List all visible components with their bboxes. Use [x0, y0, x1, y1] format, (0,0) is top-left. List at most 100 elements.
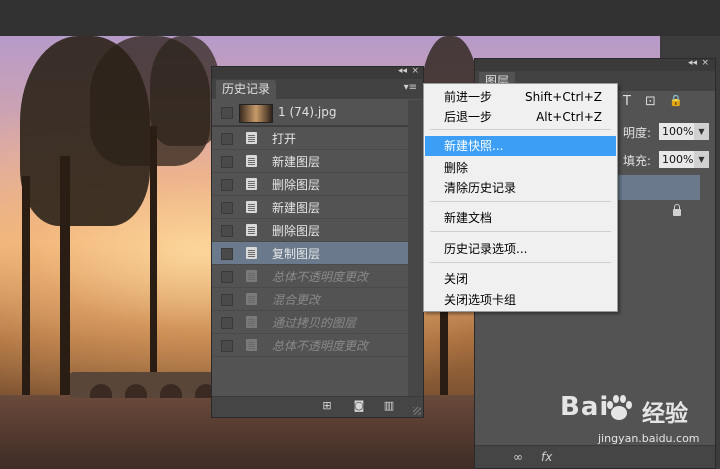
- history-state-row[interactable]: 删除图层: [212, 219, 408, 242]
- state-source-checkbox[interactable]: [221, 202, 233, 214]
- history-state-label: 打开: [272, 132, 297, 146]
- menu-item[interactable]: 新建文档: [425, 208, 616, 228]
- history-state-label: 总体不透明度更改: [272, 339, 369, 353]
- menu-item-label: 关闭: [444, 272, 469, 286]
- state-source-checkbox[interactable]: [221, 340, 233, 352]
- history-state-icon: [246, 178, 257, 190]
- history-bottom-bar: ⊞ ◙ ▥: [212, 396, 423, 417]
- menu-item-label: 后退一步: [444, 110, 493, 124]
- collapse-panel-button[interactable]: ◂◂: [398, 66, 407, 76]
- snapshot-row[interactable]: 1 (74).jpg: [212, 100, 408, 125]
- history-state-row[interactable]: 通过拷贝的图层: [212, 311, 408, 334]
- layer-style-fx-icon[interactable]: fx: [541, 450, 552, 464]
- type-filter-icon[interactable]: T: [623, 94, 631, 109]
- history-panel-topbar: ◂◂ ×: [212, 66, 423, 79]
- history-tab-row: 历史记录 ▾≡: [212, 79, 423, 99]
- watermark-url: jingyan.baidu.com: [598, 432, 700, 445]
- camera-icon[interactable]: ◙: [352, 400, 366, 412]
- close-panel-button[interactable]: ×: [701, 58, 709, 68]
- snapshot-label: 1 (74).jpg: [278, 105, 337, 119]
- menu-separator: [430, 231, 611, 232]
- history-state-icon: [246, 339, 257, 351]
- history-state-icon: [246, 247, 257, 259]
- menu-item-label: 历史记录选项...: [444, 242, 528, 256]
- tree-trunk: [60, 156, 70, 416]
- workspace-top-bar: [0, 0, 720, 36]
- state-source-checkbox[interactable]: [221, 133, 233, 145]
- menu-item[interactable]: 历史记录选项...: [425, 239, 616, 259]
- state-source-checkbox[interactable]: [221, 225, 233, 237]
- collapse-panel-button[interactable]: ◂◂: [688, 58, 697, 68]
- baidu-paw-icon: [607, 395, 632, 420]
- menu-separator: [430, 201, 611, 202]
- menu-separator: [430, 129, 611, 130]
- menu-item[interactable]: 前进一步 Shift+Ctrl+Z: [425, 87, 616, 107]
- fill-dropdown-icon[interactable]: ▼: [694, 151, 709, 168]
- baidu-watermark: Bai 经验 jingyan.baidu.com: [560, 392, 710, 462]
- history-state-label: 复制图层: [272, 247, 321, 261]
- state-source-checkbox[interactable]: [221, 248, 233, 260]
- tree-foliage: [150, 36, 220, 146]
- opacity-input[interactable]: 100%: [659, 123, 694, 140]
- history-state-row[interactable]: 新建图层: [212, 196, 408, 219]
- history-scrollbar[interactable]: [408, 100, 423, 396]
- smart-object-filter-icon[interactable]: 🔒: [669, 94, 683, 107]
- watermark-brand: Bai: [560, 392, 610, 422]
- menu-item-label: 清除历史记录: [444, 181, 517, 195]
- history-state-row[interactable]: 新建图层: [212, 150, 408, 173]
- history-state-label: 删除图层: [272, 224, 321, 238]
- history-state-row[interactable]: 复制图层: [212, 242, 408, 265]
- history-state-icon: [246, 316, 257, 328]
- link-layers-icon[interactable]: ∞: [513, 450, 523, 464]
- history-state-row[interactable]: 打开: [212, 127, 408, 150]
- history-state-row[interactable]: 总体不透明度更改: [212, 265, 408, 288]
- state-source-checkbox[interactable]: [221, 317, 233, 329]
- menu-separator: [430, 262, 611, 263]
- new-document-from-state-icon[interactable]: ⊞: [320, 400, 334, 412]
- history-panel: ◂◂ × 历史记录 ▾≡ 1 (74).jpg 打开 新建图层 删除图层 新建图层 删除…: [211, 66, 424, 418]
- menu-item[interactable]: 后退一步 Alt+Ctrl+Z: [425, 107, 616, 127]
- history-state-label: 总体不透明度更改: [272, 270, 369, 284]
- history-state-icon: [246, 270, 257, 282]
- menu-item-label: 新建文档: [444, 211, 493, 225]
- panel-menu-icon[interactable]: ▾≡: [404, 82, 417, 93]
- state-source-checkbox[interactable]: [221, 156, 233, 168]
- state-source-checkbox[interactable]: [221, 294, 233, 306]
- menu-item[interactable]: 关闭: [425, 269, 616, 289]
- state-source-checkbox[interactable]: [221, 179, 233, 191]
- menu-item[interactable]: 清除历史记录: [425, 178, 616, 198]
- history-state-row[interactable]: 总体不透明度更改: [212, 334, 408, 357]
- menu-item[interactable]: 关闭选项卡组: [425, 290, 616, 310]
- opacity-label: 明度:: [623, 126, 652, 140]
- tree-trunk: [22, 176, 30, 416]
- history-state-icon: [246, 132, 257, 144]
- close-panel-button[interactable]: ×: [411, 66, 419, 76]
- tree-trunk: [150, 126, 157, 406]
- history-state-label: 新建图层: [272, 201, 321, 215]
- trash-icon[interactable]: ▥: [382, 400, 396, 412]
- watermark-brand-cn: 经验: [642, 401, 688, 427]
- shape-filter-icon[interactable]: ⊡: [645, 94, 656, 109]
- menu-item-shortcut: Shift+Ctrl+Z: [525, 90, 602, 104]
- fill-input[interactable]: 100%: [659, 151, 694, 168]
- history-state-label: 混合更改: [272, 293, 321, 307]
- menu-item-shortcut: Alt+Ctrl+Z: [536, 110, 602, 124]
- history-state-row[interactable]: 删除图层: [212, 173, 408, 196]
- layers-panel-topbar: ◂◂ ×: [475, 58, 715, 71]
- snapshot-source-checkbox[interactable]: [221, 107, 233, 119]
- menu-item-label: 删除: [444, 161, 469, 175]
- history-context-menu: 前进一步 Shift+Ctrl+Z 后退一步 Alt+Ctrl+Z 新建快照... 删除清…: [423, 83, 618, 312]
- resize-grip-icon[interactable]: [413, 407, 421, 415]
- menu-item-label: 新建快照...: [444, 139, 504, 153]
- menu-item[interactable]: 删除: [425, 158, 616, 178]
- menu-item-label: 关闭选项卡组: [444, 293, 517, 307]
- history-state-label: 通过拷贝的图层: [272, 316, 357, 330]
- history-state-label: 新建图层: [272, 155, 321, 169]
- snapshot-thumbnail: [239, 104, 273, 123]
- menu-item-label: 前进一步: [444, 90, 493, 104]
- menu-item[interactable]: 新建快照...: [425, 136, 616, 156]
- state-source-checkbox[interactable]: [221, 271, 233, 283]
- tab-history[interactable]: 历史记录: [216, 80, 277, 99]
- history-state-row[interactable]: 混合更改: [212, 288, 408, 311]
- opacity-dropdown-icon[interactable]: ▼: [694, 123, 709, 140]
